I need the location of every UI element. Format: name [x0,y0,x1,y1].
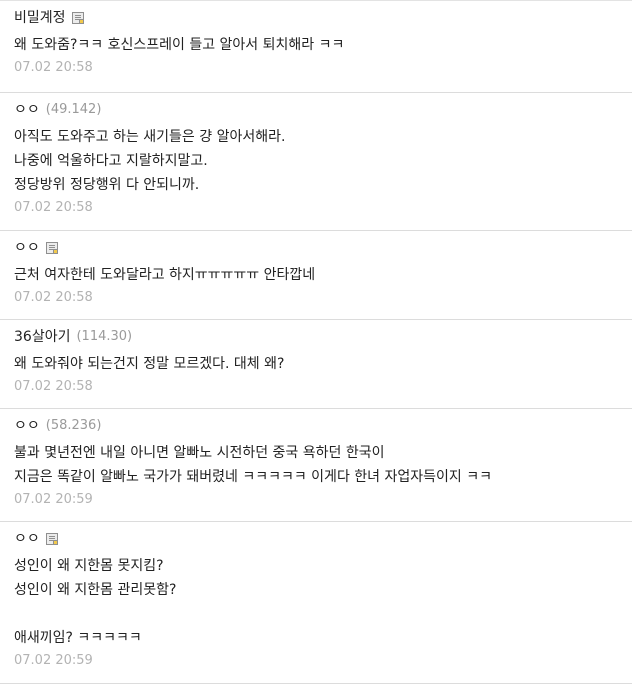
comment-item: 비밀계정 왜 도와줌?ㅋㅋ 호신스프레이 들고 알아서 퇴치해라 ㅋㅋ 07.0… [0,1,632,93]
comment-date: 07.02 20:58 [14,290,93,305]
comment-body: 근처 여자한테 도와달라고 하지ㅠㅠㅠㅠㅠ 안타깝네 [14,263,618,287]
comment-item: ㅇㅇ 근처 여자한테 도와달라고 하지ㅠㅠㅠㅠㅠ 안타깝네 07.02 20:5… [0,231,632,320]
comment-text-line: 근처 여자한테 도와달라고 하지ㅠㅠㅠㅠㅠ 안타깝네 [14,267,316,283]
comment-header: ㅇㅇ [14,529,618,549]
comment-date: 07.02 20:58 [14,379,93,394]
comment-header: ㅇㅇ [14,238,618,258]
comment-header: 36살아기 114.30 [14,327,618,347]
member-memo-icon[interactable] [71,12,84,24]
author-ip: 114.30 [76,327,132,347]
comment-body: 아직도 도와주고 하는 새기들은 걍 알아서해라. 나중에 억울하다고 지랄하지… [14,125,618,197]
comment-date: 07.02 20:59 [14,653,93,668]
comment-item: ㅇㅇ 49.142 아직도 도와주고 하는 새기들은 걍 알아서해라. 나중에 … [0,93,632,231]
author-name[interactable]: 비밀계정 [14,8,66,28]
comment-header: ㅇㅇ 49.142 [14,100,618,120]
comment-header: 비밀계정 [14,8,618,28]
comment-text-line: 왜 도와줌?ㅋㅋ 호신스프레이 들고 알아서 퇴치해라 ㅋㅋ [14,37,345,53]
comment-text-line: 왜 도와줘야 되는건지 정말 모르겠다. 대체 왜? [14,356,285,372]
comment-list: 비밀계정 왜 도와줌?ㅋㅋ 호신스프레이 들고 알아서 퇴치해라 ㅋㅋ 07.0… [0,0,632,684]
comment-text-line: 정당방위 정당행위 다 안되니까. [14,177,200,193]
comment-body: 성인이 왜 지한몸 못지킴? 성인이 왜 지한몸 관리못함? 애새끼임? ㅋㅋㅋ… [14,554,618,650]
comment-item: ㅇㅇ 성인이 왜 지한몸 못지킴? 성인이 왜 지한몸 관리못함? 애새끼임? … [0,522,632,684]
comment-text-line: 아직도 도와주고 하는 새기들은 걍 알아서해라. [14,129,286,145]
author-name[interactable]: ㅇㅇ [14,416,40,436]
author-name[interactable]: ㅇㅇ [14,100,40,120]
comment-text-line: 애새끼임? ㅋㅋㅋㅋㅋ [14,630,142,646]
comment-text-line: 나중에 억울하다고 지랄하지말고. [14,153,208,169]
author-ip: 49.142 [46,100,102,120]
comment-date: 07.02 20:59 [14,492,93,507]
comment-body: 왜 도와줘야 되는건지 정말 모르겠다. 대체 왜? [14,352,618,376]
comment-header: ㅇㅇ 58.236 [14,416,618,436]
comment-text-line: 성인이 왜 지한몸 관리못함? [14,582,177,598]
member-memo-icon[interactable] [45,242,58,254]
comment-date: 07.02 20:58 [14,200,93,215]
comment-item: ㅇㅇ 58.236 불과 몇년전엔 내일 아니면 알빠노 시전하던 중국 욕하던… [0,409,632,522]
comment-body: 불과 몇년전엔 내일 아니면 알빠노 시전하던 중국 욕하던 한국이 지금은 똑… [14,441,618,489]
comment-text-line [14,602,618,626]
author-name[interactable]: ㅇㅇ [14,529,40,549]
comment-text-line: 지금은 똑같이 알빠노 국가가 돼버렸네 ㅋㅋㅋㅋㅋ 이게다 한녀 자업자득이지… [14,469,492,485]
comment-date: 07.02 20:58 [14,60,93,75]
author-name[interactable]: 36살아기 [14,327,70,347]
comment-item: 36살아기 114.30 왜 도와줘야 되는건지 정말 모르겠다. 대체 왜? … [0,320,632,409]
author-name[interactable]: ㅇㅇ [14,238,40,258]
comment-text-line: 불과 몇년전엔 내일 아니면 알빠노 시전하던 중국 욕하던 한국이 [14,445,385,461]
comment-body: 왜 도와줌?ㅋㅋ 호신스프레이 들고 알아서 퇴치해라 ㅋㅋ [14,33,618,57]
comment-text-line: 성인이 왜 지한몸 못지킴? [14,558,164,574]
author-ip: 58.236 [46,416,102,436]
member-memo-icon[interactable] [45,533,58,545]
